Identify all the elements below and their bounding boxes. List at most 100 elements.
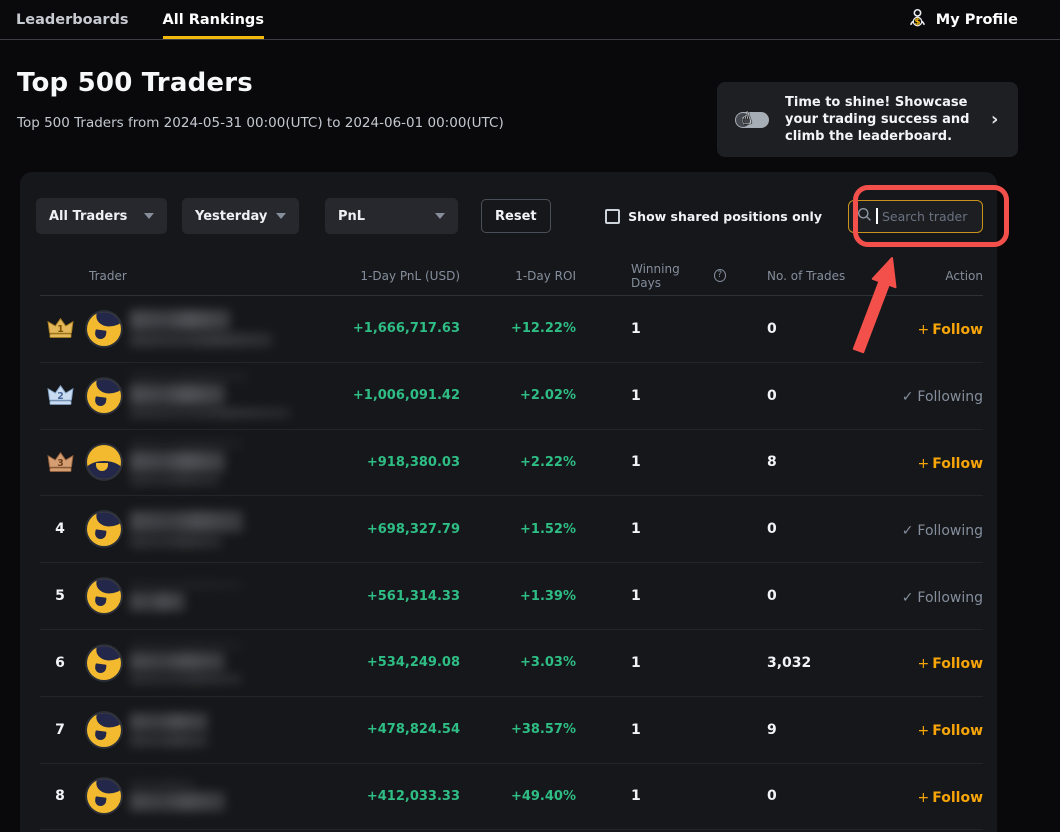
- trades-value: 3,032: [726, 655, 866, 671]
- trader-avatar[interactable]: [87, 713, 121, 747]
- rank-cell: 8: [40, 788, 80, 804]
- my-profile-label: My Profile: [936, 12, 1018, 28]
- promo-banner[interactable]: ☝ Time to shine! Showcase your trading s…: [717, 82, 1018, 157]
- follow-button[interactable]: +Follow: [918, 322, 984, 338]
- my-profile-button[interactable]: $ My Profile: [907, 7, 1018, 32]
- rank-number: 5: [55, 588, 65, 604]
- blurred-name-line: [130, 592, 185, 611]
- column-trades: No. of Trades: [726, 269, 866, 283]
- chevron-down-icon: [276, 213, 286, 219]
- roi-value: +3.03%: [460, 655, 576, 670]
- trader-avatar[interactable]: [87, 512, 121, 546]
- trader-avatar[interactable]: [87, 379, 121, 413]
- rank-crown-gold-icon: 1: [47, 317, 74, 340]
- trader-name-blur: [130, 713, 320, 747]
- blurred-name-line: [130, 310, 230, 330]
- rank-number: 4: [55, 521, 65, 537]
- reset-button[interactable]: Reset: [481, 199, 551, 233]
- chevron-down-icon: [144, 213, 154, 219]
- svg-text:2: 2: [57, 391, 64, 402]
- roi-value: +2.22%: [460, 455, 576, 470]
- column-winning-days-label: Winning Days: [631, 262, 710, 290]
- trades-value: 0: [726, 588, 866, 604]
- shared-positions-checkbox[interactable]: [605, 209, 620, 224]
- trader-avatar[interactable]: [87, 312, 121, 346]
- column-winning-days: Winning Days ?: [576, 262, 726, 290]
- sort-by-dropdown[interactable]: PnL: [325, 198, 458, 234]
- blurred-name-line: [130, 781, 196, 789]
- search-trader-input[interactable]: [882, 209, 972, 224]
- plus-icon: +: [918, 656, 930, 672]
- follow-button[interactable]: +Follow: [918, 790, 984, 806]
- table-header-row: Trader 1-Day PnL (USD) 1-Day ROI Winning…: [40, 256, 983, 296]
- check-icon: ✓: [902, 389, 914, 405]
- blurred-name-line: [130, 674, 242, 684]
- blurred-name-line: [130, 451, 225, 472]
- winning-days-value: 1: [576, 521, 726, 537]
- trader-avatar[interactable]: [87, 779, 121, 813]
- follow-button[interactable]: +Follow: [918, 456, 984, 472]
- svg-text:$: $: [914, 18, 920, 28]
- info-icon[interactable]: ?: [714, 269, 726, 282]
- time-range-dropdown[interactable]: Yesterday: [182, 198, 299, 234]
- top-nav: Leaderboards All Rankings $ My Profile: [0, 0, 1060, 40]
- table-body: 1 +1,666,717.63 +12.22% 1 0 +Follow 2 +1…: [40, 296, 983, 830]
- following-button[interactable]: ✓Following: [902, 590, 983, 606]
- tab-leaderboards[interactable]: Leaderboards: [16, 0, 129, 39]
- trader-type-dropdown[interactable]: All Traders: [36, 198, 167, 234]
- winning-days-value: 1: [576, 454, 726, 470]
- action-cell: ✓Following: [866, 386, 983, 405]
- table-row[interactable]: 3 +918,380.03 +2.22% 1 8 +Follow: [40, 430, 983, 497]
- trader-name-blur: [130, 373, 320, 418]
- trader-avatar[interactable]: [87, 579, 121, 613]
- trades-value: 0: [726, 521, 866, 537]
- rank-number: 7: [55, 722, 65, 738]
- table-row[interactable]: 4 +698,327.79 +1.52% 1 0 ✓Following: [40, 496, 983, 563]
- blurred-name-line: [130, 713, 208, 731]
- trader-avatar[interactable]: [87, 646, 121, 680]
- chevron-right-icon[interactable]: ›: [991, 109, 998, 130]
- following-button[interactable]: ✓Following: [902, 389, 983, 405]
- chevron-down-icon: [435, 213, 445, 219]
- table-row[interactable]: 1 +1,666,717.63 +12.22% 1 0 +Follow: [40, 296, 983, 363]
- blurred-name-line: [130, 440, 242, 448]
- table-row[interactable]: 2 +1,006,091.42 +2.02% 1 0 ✓Following: [40, 363, 983, 430]
- rank-number: 6: [55, 655, 65, 671]
- pnl-value: +918,380.03: [320, 455, 460, 470]
- table-row[interactable]: 5 +561,314.33 +1.39% 1 0 ✓Following: [40, 563, 983, 630]
- action-cell: +Follow: [866, 653, 983, 672]
- roi-value: +1.52%: [460, 522, 576, 537]
- trader-name-blur: [130, 581, 320, 611]
- trader-name-blur: [130, 641, 320, 684]
- plus-icon: +: [918, 790, 930, 806]
- rank-cell: 4: [40, 521, 80, 537]
- blurred-name-line: [130, 384, 225, 405]
- pnl-value: +478,824.54: [320, 722, 460, 737]
- blurred-name-line: [130, 641, 243, 649]
- table-row[interactable]: 6 +534,249.08 +3.03% 1 3,032 +Follow: [40, 630, 983, 697]
- table-row[interactable]: 8 +412,033.33 +49.40% 1 0 +Follow: [40, 764, 983, 831]
- following-button[interactable]: ✓Following: [902, 523, 983, 539]
- avatar-cell: [80, 512, 130, 546]
- toggle-knob: [736, 113, 750, 127]
- avatar-cell: [80, 379, 130, 413]
- tab-all-rankings[interactable]: All Rankings: [163, 0, 264, 39]
- time-range-value: Yesterday: [195, 209, 267, 224]
- showcase-toggle[interactable]: [735, 112, 769, 128]
- winning-days-value: 1: [576, 588, 726, 604]
- shared-positions-checkbox-wrap[interactable]: Show shared positions only: [605, 209, 822, 224]
- svg-text:1: 1: [57, 324, 64, 335]
- tab-leaderboards-label: Leaderboards: [16, 12, 129, 28]
- avatar-cell: [80, 445, 130, 479]
- follow-button[interactable]: +Follow: [918, 723, 984, 739]
- table-row[interactable]: 7 +478,824.54 +38.57% 1 9 +Follow: [40, 697, 983, 764]
- winning-days-value: 1: [576, 788, 726, 804]
- search-trader-box[interactable]: [848, 200, 983, 233]
- pnl-value: +561,314.33: [320, 589, 460, 604]
- action-cell: +Follow: [866, 720, 983, 739]
- blurred-name-line: [130, 333, 272, 347]
- follow-button[interactable]: +Follow: [918, 656, 984, 672]
- trader-avatar[interactable]: [87, 445, 121, 479]
- action-cell: +Follow: [866, 787, 983, 806]
- plus-icon: +: [918, 322, 930, 338]
